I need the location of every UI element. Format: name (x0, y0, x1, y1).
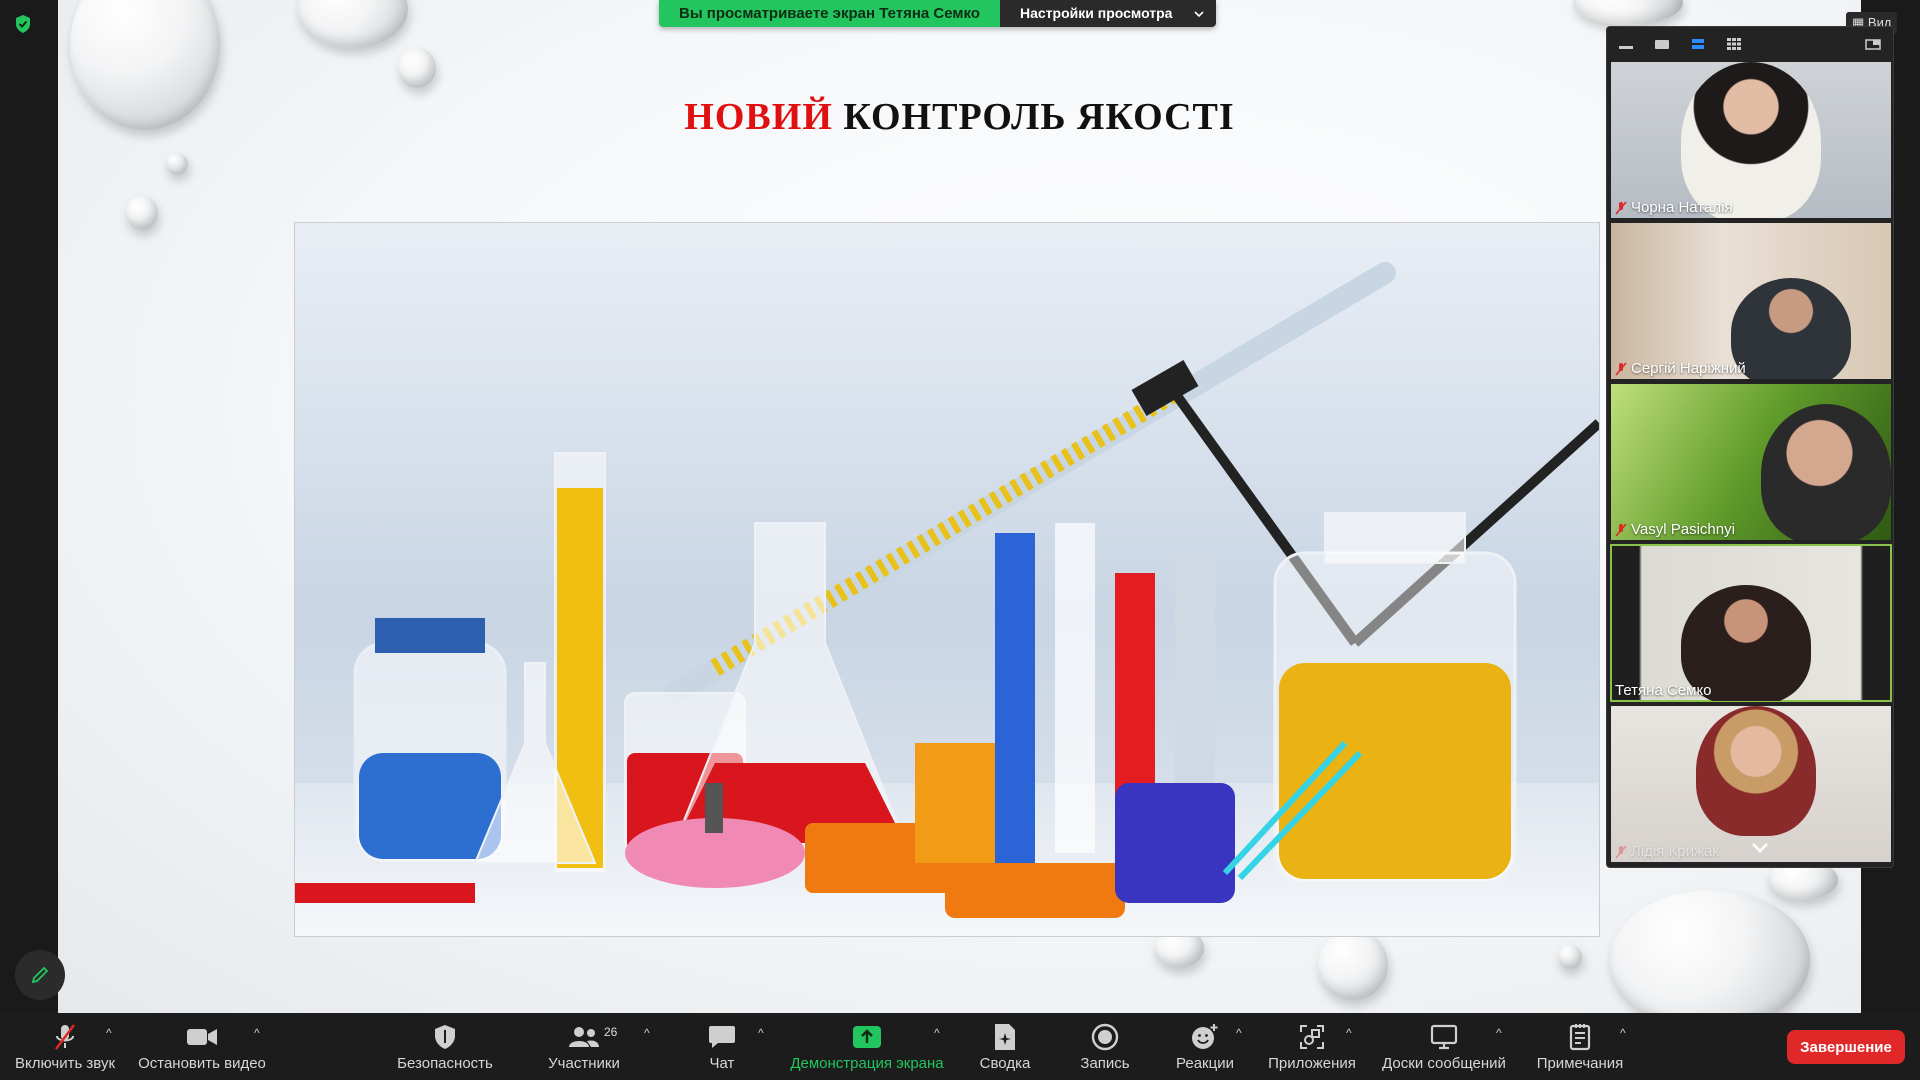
water-drop (166, 153, 188, 175)
participants-icon (569, 1027, 599, 1047)
chat-button[interactable]: Чат (692, 1013, 752, 1080)
share-screen-icon (853, 1026, 881, 1048)
view-options-button[interactable]: Настройки просмотра (999, 0, 1217, 27)
mic-muted-icon (1615, 522, 1627, 537)
video-camera-icon (187, 1029, 217, 1045)
strip-view-icon[interactable] (1689, 38, 1707, 50)
participant-name: Лідія Крижак (1615, 843, 1719, 860)
summary-document-icon (995, 1024, 1015, 1050)
mic-muted-icon (1615, 200, 1627, 215)
reactions-options-caret[interactable]: ^ (1236, 1026, 1242, 1040)
notes-button[interactable]: Примечания (1530, 1013, 1630, 1080)
gallery-grid-icon[interactable] (1725, 38, 1743, 50)
lab-glassware-illustration (295, 262, 1599, 936)
whiteboards-button[interactable]: Доски сообщений (1374, 1013, 1514, 1080)
security-button[interactable]: Безопасность (390, 1013, 500, 1080)
water-drop (1558, 945, 1582, 969)
slide-title-rest: КОНТРОЛЬ ЯКОСТІ (832, 96, 1235, 138)
speaker-view-icon[interactable] (1653, 38, 1671, 50)
stop-video-button[interactable]: Остановить видео (134, 1013, 270, 1080)
video-options-caret[interactable]: ^ (254, 1026, 260, 1040)
participant-tile[interactable]: Лідія Крижак (1611, 706, 1891, 862)
participant-video (1731, 278, 1851, 379)
mic-muted-icon (55, 1024, 75, 1050)
annotate-button[interactable] (15, 950, 65, 1000)
share-options-caret[interactable]: ^ (934, 1026, 940, 1040)
apps-options-caret[interactable]: ^ (1346, 1026, 1352, 1040)
notes-options-caret[interactable]: ^ (1620, 1026, 1626, 1040)
pop-out-icon[interactable] (1865, 38, 1883, 50)
shared-screen: НОВИЙ КОНТРОЛЬ ЯКОСТІ (58, 0, 1861, 1013)
reactions-button[interactable]: Реакции (1168, 1013, 1242, 1080)
participant-tile[interactable]: Чорна Наталія (1611, 62, 1891, 218)
apps-button[interactable]: Приложения (1262, 1013, 1362, 1080)
record-button[interactable]: Запись (1070, 1013, 1140, 1080)
chevron-down-icon (1194, 10, 1205, 17)
participant-tile[interactable]: Vasyl Pasichnyi (1611, 384, 1891, 540)
slide-title-highlight: НОВИЙ (684, 96, 833, 138)
whiteboard-icon (1430, 1024, 1458, 1050)
end-meeting-button[interactable]: Завершение (1787, 1030, 1905, 1064)
participant-video (1681, 62, 1821, 218)
participants-button[interactable]: Участники (534, 1013, 634, 1080)
mic-muted-icon (1615, 844, 1627, 859)
pencil-icon (31, 966, 49, 984)
participants-count: 26 (604, 1025, 618, 1039)
chat-bubble-icon (709, 1026, 735, 1048)
viewing-screen-label: Вы просматриваете экран Тетяна Семко (659, 0, 1000, 27)
screen-share-banner: Вы просматриваете экран Тетяна Семко Нас… (659, 0, 1217, 27)
minimize-icon[interactable] (1617, 38, 1635, 50)
shield-icon (435, 1025, 455, 1049)
slide-title: НОВИЙ КОНТРОЛЬ ЯКОСТІ (58, 95, 1861, 139)
participant-name: Тетяна Семко (1615, 682, 1712, 699)
view-options-label: Настройки просмотра (1019, 5, 1173, 21)
share-screen-button[interactable]: Демонстрация экрана (786, 1013, 948, 1080)
gallery-toolbar (1607, 27, 1893, 61)
smiley-plus-icon (1192, 1024, 1218, 1049)
summary-button[interactable]: Сводка (968, 1013, 1042, 1080)
water-drop (398, 48, 436, 88)
mic-muted-icon (1615, 361, 1627, 376)
zoom-meeting-window: НОВИЙ КОНТРОЛЬ ЯКОСТІ Вы просматриваете … (0, 0, 1920, 1080)
unmute-button[interactable]: Включить звук (8, 1013, 122, 1080)
participant-name: Vasyl Pasichnyi (1615, 521, 1735, 538)
scroll-down-chevron-icon[interactable] (1751, 842, 1769, 854)
participant-tile-active[interactable]: Тетяна Семко (1610, 544, 1892, 702)
apps-icon (1300, 1025, 1324, 1049)
water-drop (1318, 930, 1388, 1000)
participant-name: Сергій Наріжний (1615, 360, 1746, 377)
whiteboards-options-caret[interactable]: ^ (1496, 1026, 1502, 1040)
participant-tile[interactable]: Сергій Наріжний (1611, 223, 1891, 379)
security-shield-icon[interactable] (14, 14, 32, 34)
notes-icon (1569, 1024, 1591, 1051)
lab-glassware-image (294, 222, 1600, 937)
participant-gallery: Чорна Наталія Сергій Наріжний Vasyl Pasi… (1606, 26, 1894, 868)
record-icon (1091, 1023, 1119, 1051)
water-drop (126, 196, 158, 230)
participants-options-caret[interactable]: ^ (644, 1026, 650, 1040)
audio-options-caret[interactable]: ^ (106, 1026, 112, 1040)
participant-video (1696, 706, 1816, 836)
participant-video (1761, 404, 1891, 540)
participant-name: Чорна Наталія (1615, 199, 1733, 216)
meeting-toolbar: Включить звук ^ Остановить видео ^ Безоп… (0, 1013, 1920, 1080)
chat-options-caret[interactable]: ^ (758, 1026, 764, 1040)
